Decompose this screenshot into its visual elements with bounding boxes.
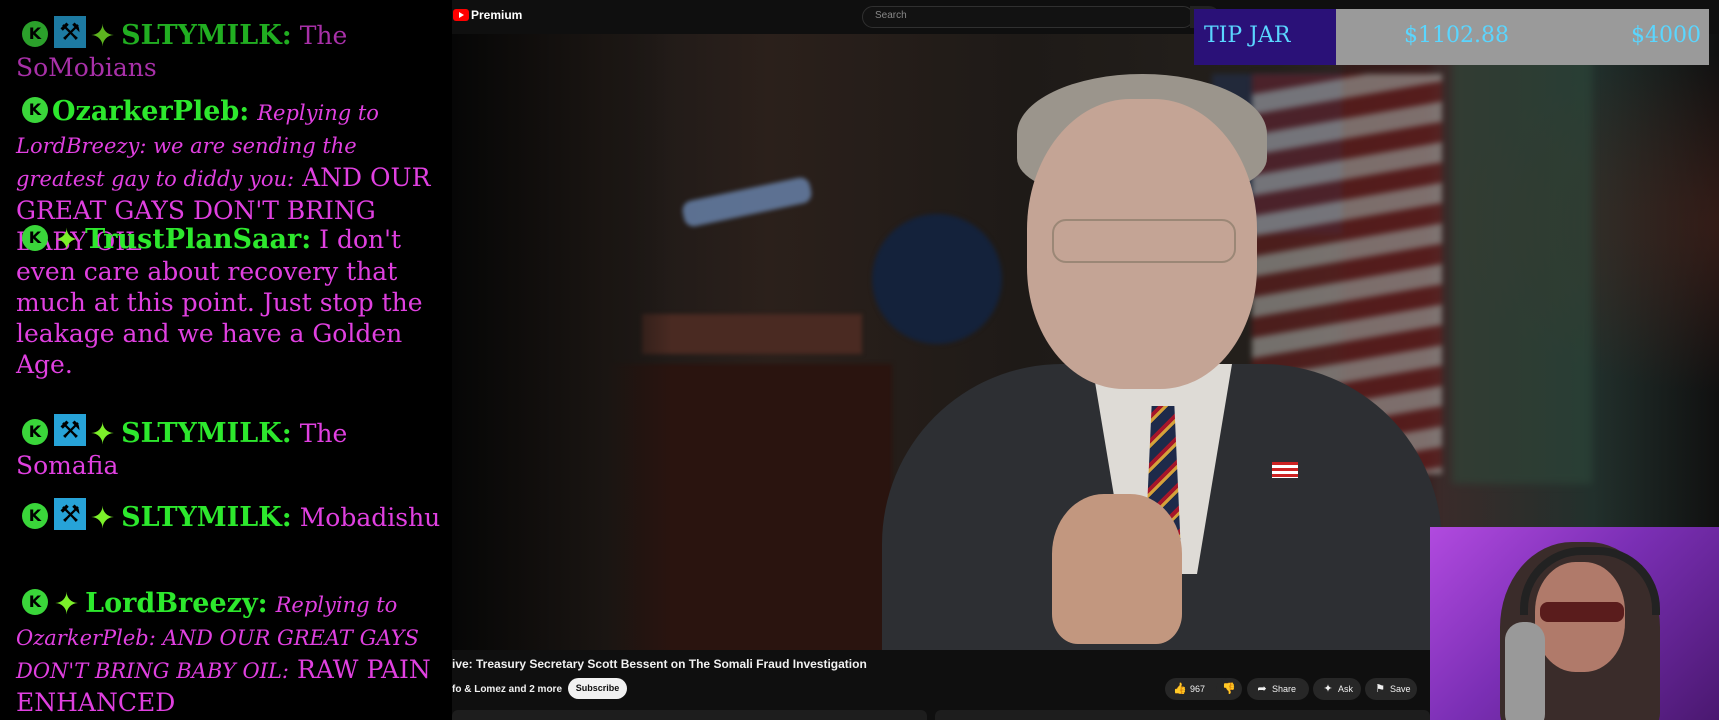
save-button[interactable]: ⚑ Save	[1365, 678, 1417, 700]
chat-message: ✦LordBreezy: Replying to OzarkerPleb: AN…	[16, 588, 446, 718]
star-icon: ✦	[90, 19, 116, 54]
ask-button[interactable]: ✦ Ask	[1313, 678, 1361, 700]
chat-username: SLTYMILK:	[121, 20, 292, 51]
flag-pin-icon	[1272, 462, 1298, 478]
chat-username: LordBreezy:	[85, 588, 268, 619]
chat-username: SLTYMILK:	[121, 418, 292, 449]
tip-jar-label-box: TIP JAR	[1194, 9, 1336, 65]
tip-jar-goal: $4000	[1631, 23, 1701, 48]
star-icon: ✦	[90, 501, 116, 536]
chat-message: ✦TrustPlanSaar: I don't even care about …	[16, 224, 446, 380]
star-icon: ✦	[90, 417, 116, 452]
brand-label[interactable]: Premium	[471, 8, 522, 22]
video-background	[872, 214, 1002, 344]
webcam-overlay	[1430, 527, 1719, 720]
ask-label: Ask	[1338, 684, 1354, 694]
tip-jar-label: TIP JAR	[1204, 23, 1291, 48]
thumbs-up-icon: 👍	[1173, 682, 1187, 695]
chat-username: OzarkerPleb:	[52, 96, 250, 127]
chat-username: SLTYMILK:	[121, 502, 292, 533]
description-panel[interactable]	[452, 710, 927, 720]
star-icon: ✦	[54, 587, 80, 622]
chat-message: ✦SLTYMILK: The SoMobians	[16, 16, 446, 83]
dislike-button[interactable]: 👎	[1216, 678, 1242, 700]
k-icon	[22, 589, 48, 615]
tip-jar-current: $1102.88	[1404, 23, 1509, 48]
youtube-logo-icon[interactable]	[453, 9, 469, 21]
speaker	[1052, 219, 1236, 263]
moderator-icon	[54, 16, 86, 48]
share-icon: ➦	[1257, 682, 1267, 695]
video-background	[642, 314, 862, 354]
tip-jar-overlay: TIP JAR $1102.88 $4000	[1194, 9, 1709, 65]
chat-message: ✦SLTYMILK: The Somafia	[16, 414, 446, 481]
k-icon	[22, 97, 48, 123]
k-icon	[22, 419, 48, 445]
microphone-icon	[1505, 622, 1545, 720]
share-button[interactable]: ➦ Share	[1247, 678, 1309, 700]
related-panel[interactable]	[935, 710, 1430, 720]
moderator-icon	[54, 414, 86, 446]
bookmark-icon: ⚑	[1375, 682, 1385, 695]
search-input[interactable]: Search	[862, 6, 1194, 28]
chat-panel: ✦SLTYMILK: The SoMobians OzarkerPleb: Re…	[0, 0, 452, 720]
speaker	[1052, 494, 1182, 644]
chat-message: ✦SLTYMILK: Mobadishu	[16, 498, 446, 534]
moderator-icon	[54, 498, 86, 530]
channel-name[interactable]: fo & Lomez and 2 more	[452, 684, 562, 695]
video-title: ive: Treasury Secretary Scott Bessent on…	[452, 657, 867, 671]
sparkle-icon: ✦	[1323, 682, 1333, 695]
like-count: 967	[1190, 684, 1206, 694]
share-label: Share	[1272, 684, 1297, 694]
chat-text: Mobadishu	[299, 503, 441, 532]
video-background	[1452, 54, 1592, 484]
search-placeholder: Search	[875, 10, 907, 21]
chat-username: TrustPlanSaar:	[85, 224, 312, 255]
subscribe-button[interactable]: Subscribe	[568, 678, 627, 699]
star-icon: ✦	[54, 223, 80, 258]
k-icon	[22, 21, 48, 47]
video-background	[680, 175, 814, 229]
video-background	[452, 34, 672, 650]
k-icon	[22, 225, 48, 251]
thumbs-down-icon: 👎	[1222, 682, 1236, 695]
k-icon	[22, 503, 48, 529]
save-label: Save	[1390, 684, 1411, 694]
